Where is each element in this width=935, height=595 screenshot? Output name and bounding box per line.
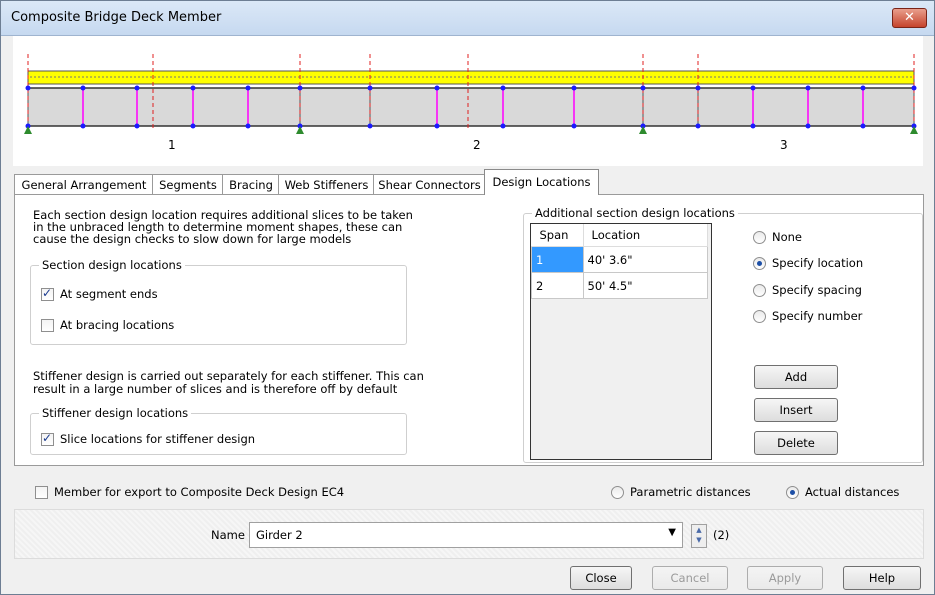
radio-selected-icon: [753, 256, 766, 270]
radio-selected-icon: [786, 485, 799, 499]
span-cell[interactable]: 1: [531, 246, 584, 273]
table-row[interactable]: 1 40' 3.6": [531, 246, 708, 273]
radio-specify-location-label: Specify location: [772, 256, 864, 270]
name-value: Girder 2: [256, 528, 303, 542]
radio-unselected-icon: [753, 309, 766, 323]
tab-segments[interactable]: Segments: [152, 174, 224, 195]
checkbox-checked-icon: [41, 431, 54, 446]
span-label-2: 2: [473, 138, 481, 152]
export-checkbox[interactable]: Member for export to Composite Deck Desi…: [35, 485, 344, 499]
tab-design-locations[interactable]: Design Locations: [484, 169, 599, 195]
dialog-window: Composite Bridge Deck Member ✕ 1 2 3 Gen…: [0, 0, 935, 595]
radio-parametric-distances[interactable]: Parametric distances: [611, 485, 751, 499]
title-bar: Composite Bridge Deck Member ✕: [1, 1, 934, 36]
spin-down-icon[interactable]: ▼: [692, 535, 706, 545]
radio-specify-location[interactable]: Specify location: [753, 256, 863, 270]
slice-locations-checkbox[interactable]: Slice locations for stiffener design: [41, 431, 256, 446]
tab-bracing[interactable]: Bracing: [222, 174, 280, 195]
close-button[interactable]: Close: [570, 566, 632, 590]
spin-up-icon[interactable]: ▲: [692, 525, 706, 535]
export-label: Member for export to Composite Deck Desi…: [54, 485, 345, 499]
help-button[interactable]: Help: [843, 566, 921, 590]
checkbox-checked-icon: [41, 286, 54, 301]
at-segment-ends-label: At segment ends: [60, 287, 158, 301]
radio-specify-number-label: Specify number: [772, 309, 863, 323]
radio-unselected-icon: [753, 283, 766, 297]
radio-specify-number[interactable]: Specify number: [753, 309, 862, 323]
stiffener-design-locations-group: Stiffener design locations Slice locatio…: [30, 406, 407, 455]
close-window-button[interactable]: ✕: [892, 8, 927, 28]
tab-web-stiffeners[interactable]: Web Stiffeners: [278, 174, 375, 195]
at-bracing-locations-checkbox[interactable]: At bracing locations: [41, 318, 174, 332]
dropdown-arrow-icon[interactable]: ▼: [668, 527, 676, 538]
tab-shear-connectors[interactable]: Shear Connectors: [373, 174, 486, 195]
span-column-header[interactable]: Span: [531, 224, 584, 247]
stiffener-text-line-1: Stiffener design is carried out separate…: [33, 369, 424, 383]
section-group-title: Section design locations: [39, 258, 185, 272]
radio-none[interactable]: None: [753, 230, 802, 244]
at-segment-ends-checkbox[interactable]: At segment ends: [41, 286, 158, 301]
checkbox-unchecked-icon: [35, 485, 48, 499]
span-label-1: 1: [168, 138, 176, 152]
actual-label: Actual distances: [805, 485, 900, 499]
name-label: Name: [211, 528, 245, 542]
intro-text-line-3: cause the design checks to slow down for…: [33, 232, 352, 246]
radio-unselected-icon: [611, 485, 624, 499]
table-row[interactable]: 2 50' 4.5": [531, 272, 708, 299]
radio-actual-distances[interactable]: Actual distances: [786, 485, 899, 499]
table-header: Span Location: [531, 224, 708, 247]
window-title: Composite Bridge Deck Member: [11, 10, 222, 25]
name-count: (2): [713, 528, 730, 542]
stiffener-group-title: Stiffener design locations: [39, 406, 192, 420]
locations-table[interactable]: Span Location 1 40' 3.6" 2 50' 4.5": [530, 223, 712, 460]
support-markers: [24, 126, 918, 134]
stiffener-text-line-2: result in a large number of slices and i…: [33, 382, 398, 396]
location-column-header[interactable]: Location: [583, 224, 708, 247]
girder-web: [27, 87, 915, 127]
tab-general-arrangement[interactable]: General Arrangement: [14, 174, 154, 195]
additional-group-title: Additional section design locations: [532, 206, 738, 220]
radio-none-label: None: [772, 230, 803, 244]
checkbox-unchecked-icon: [41, 318, 54, 332]
delete-button[interactable]: Delete: [754, 431, 838, 455]
apply-button[interactable]: Apply: [747, 566, 823, 590]
name-combobox[interactable]: Girder 2 ▼: [249, 522, 683, 548]
radio-specify-spacing-label: Specify spacing: [772, 283, 862, 297]
section-design-locations-group: Section design locations At segment ends…: [30, 258, 407, 345]
span-cell[interactable]: 2: [531, 272, 584, 299]
girder-diagram: 1 2 3: [13, 36, 923, 166]
location-cell[interactable]: 40' 3.6": [582, 246, 708, 273]
insert-button[interactable]: Insert: [754, 398, 838, 422]
cancel-button[interactable]: Cancel: [652, 566, 728, 590]
name-spinner[interactable]: ▲ ▼: [691, 524, 707, 548]
radio-specify-spacing[interactable]: Specify spacing: [753, 283, 862, 297]
span-label-3: 3: [780, 138, 788, 152]
radio-unselected-icon: [753, 230, 766, 244]
location-cell[interactable]: 50' 4.5": [582, 272, 708, 299]
slice-locations-label: Slice locations for stiffener design: [60, 432, 256, 446]
parametric-label: Parametric distances: [630, 485, 751, 499]
at-bracing-locations-label: At bracing locations: [60, 318, 175, 332]
add-button[interactable]: Add: [754, 365, 838, 389]
